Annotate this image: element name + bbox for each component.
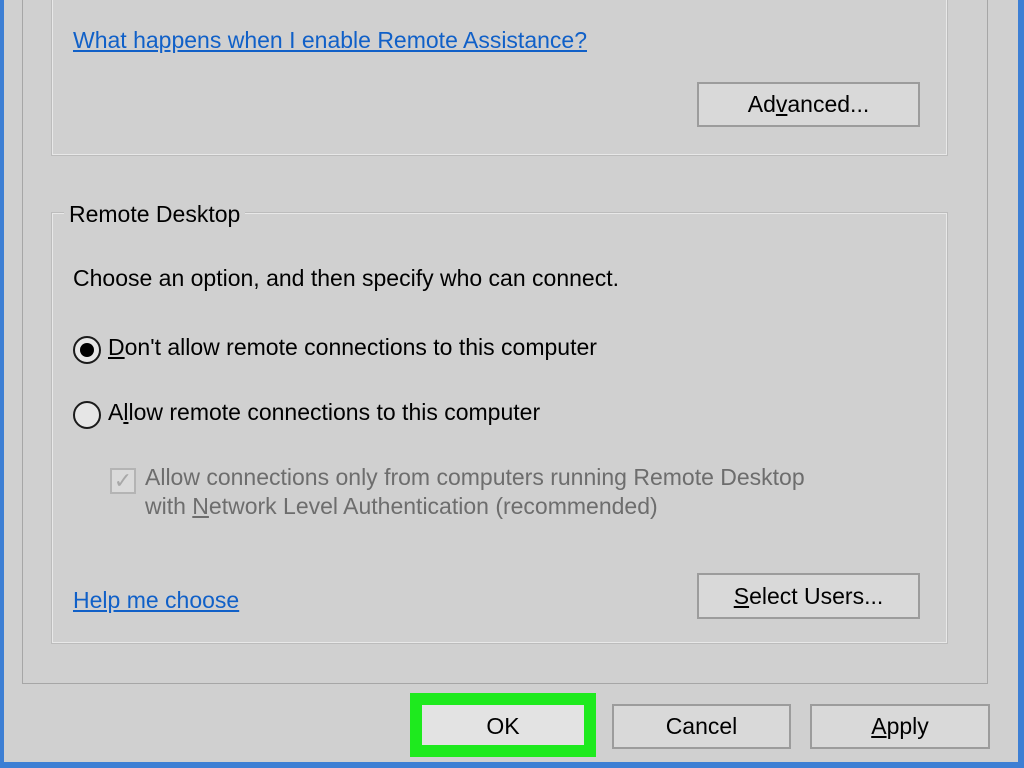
- window-frame-bottom: [0, 762, 1024, 768]
- remote-assistance-group: [51, 0, 948, 156]
- checkmark-icon: ✓: [113, 468, 133, 493]
- remote-assistance-help-link[interactable]: What happens when I enable Remote Assist…: [73, 26, 587, 54]
- dont-allow-radio[interactable]: [73, 336, 101, 364]
- apply-button-label: Apply: [871, 713, 929, 739]
- select-users-button[interactable]: Select Users...: [697, 573, 920, 619]
- nla-checkbox[interactable]: ✓: [110, 468, 136, 494]
- advanced-button[interactable]: Advanced...: [697, 82, 920, 127]
- remote-desktop-instruction: Choose an option, and then specify who c…: [73, 265, 619, 291]
- nla-checkbox-label-line2: with Network Level Authentication (recom…: [145, 493, 658, 519]
- remote-desktop-legend: Remote Desktop: [64, 200, 246, 228]
- select-users-button-label: Select Users...: [733, 582, 884, 609]
- allow-remote-radio[interactable]: [73, 401, 101, 429]
- window-frame-left: [0, 0, 4, 768]
- allow-remote-radio-label[interactable]: Allow remote connections to this compute…: [108, 398, 540, 426]
- help-me-choose-link[interactable]: Help me choose: [73, 586, 239, 614]
- radio-selected-dot: [80, 343, 94, 357]
- cancel-button[interactable]: Cancel: [612, 704, 791, 749]
- apply-button[interactable]: Apply: [810, 704, 990, 749]
- dont-allow-radio-label[interactable]: Don't allow remote connections to this c…: [108, 333, 597, 361]
- window-frame-right: [1018, 0, 1024, 768]
- nla-checkbox-label-line1: Allow connections only from computers ru…: [145, 464, 805, 490]
- ok-button[interactable]: OK: [421, 705, 585, 747]
- advanced-button-label: Advanced...: [747, 91, 870, 117]
